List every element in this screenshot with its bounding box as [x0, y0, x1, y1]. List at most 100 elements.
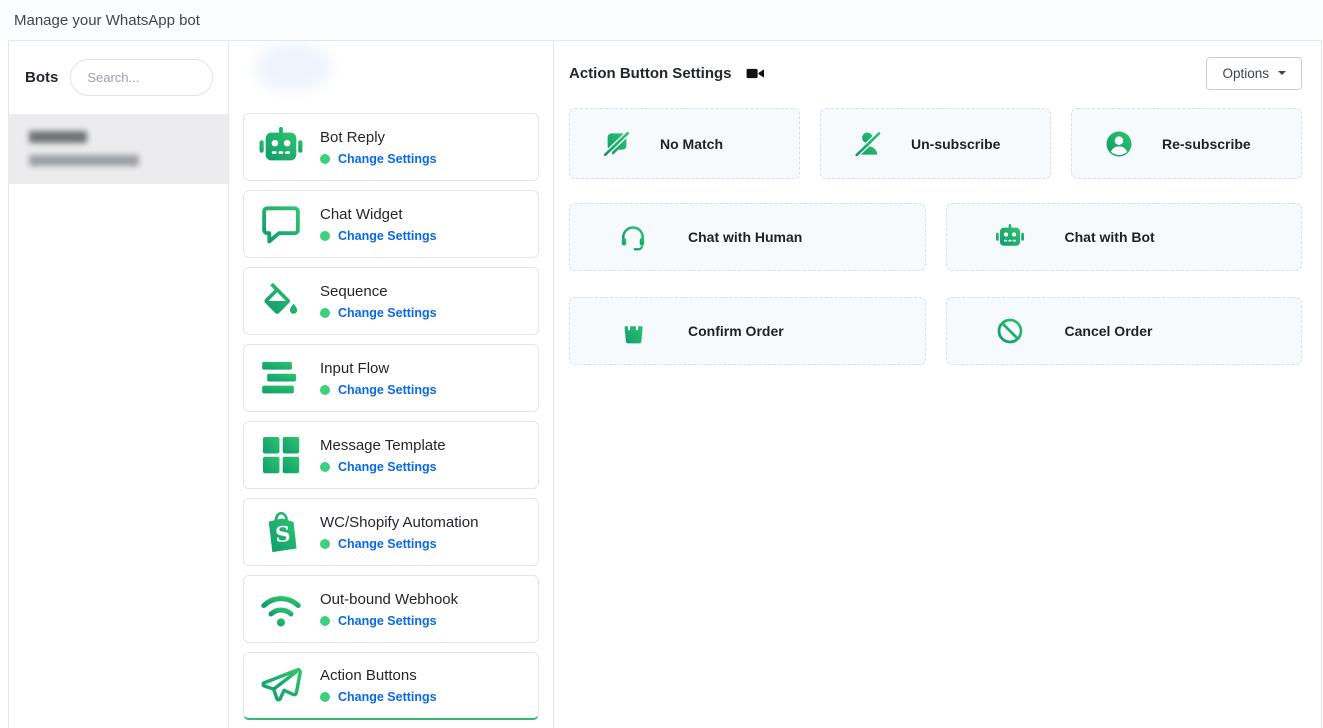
robot-icon: [995, 222, 1025, 252]
feature-title: Message Template: [320, 437, 446, 454]
panel-title: Action Button Settings: [569, 65, 731, 82]
status-dot: [320, 308, 330, 318]
change-settings-link[interactable]: Change Settings: [338, 460, 437, 474]
tile-no-match[interactable]: No Match: [569, 108, 800, 179]
bots-sidebar: Bots: [9, 41, 229, 728]
feature-title: Sequence: [320, 283, 437, 300]
paper-plane-icon: [258, 663, 304, 709]
feature-meta: Message Template Change Settings: [320, 437, 446, 474]
video-camera-icon[interactable]: [745, 65, 766, 82]
bars-icon: [258, 355, 304, 401]
feature-meta: Input Flow Change Settings: [320, 360, 437, 397]
status-dot: [320, 154, 330, 164]
feature-title: Chat Widget: [320, 206, 437, 223]
status-dot: [320, 231, 330, 241]
options-label: Options: [1222, 66, 1269, 81]
robot-icon: [258, 124, 304, 170]
tile-label: Confirm Order: [688, 323, 784, 339]
feature-card-sequence: Sequence Change Settings: [243, 267, 539, 335]
action-button-settings-panel: Action Button Settings Options: [554, 41, 1321, 728]
redacted-bot-phone: [29, 155, 139, 166]
tile-label: Chat with Human: [688, 229, 802, 245]
feature-meta: WC/Shopify Automation Change Settings: [320, 514, 478, 551]
bot-search-input[interactable]: [70, 59, 213, 96]
blurred-avatar-blob: [255, 43, 331, 91]
status-dot: [320, 462, 330, 472]
tile-unsubscribe[interactable]: Un-subscribe: [820, 108, 1051, 179]
shopping-bag-icon: [618, 316, 648, 346]
feature-card-input-flow: Input Flow Change Settings: [243, 344, 539, 412]
top-bar: Manage your WhatsApp bot: [0, 0, 1323, 40]
feature-title: Out-bound Webhook: [320, 591, 458, 608]
feature-title: Bot Reply: [320, 129, 437, 146]
status-dot: [320, 385, 330, 395]
tile-label: No Match: [660, 136, 723, 152]
status-dot: [320, 539, 330, 549]
feature-action-row: Change Settings: [320, 383, 437, 397]
wifi-icon: [258, 586, 304, 632]
feature-action-row: Change Settings: [320, 306, 437, 320]
person-circle-icon: [1104, 129, 1134, 159]
change-settings-link[interactable]: Change Settings: [338, 690, 437, 704]
feature-title: Input Flow: [320, 360, 437, 377]
feature-title: Action Buttons: [320, 667, 437, 684]
tile-label: Re-subscribe: [1162, 136, 1251, 152]
tile-confirm-order[interactable]: Confirm Order: [569, 297, 926, 365]
chat-slash-icon: [602, 129, 632, 159]
feature-card-chat-widget: Chat Widget Change Settings: [243, 190, 539, 258]
change-settings-link[interactable]: Change Settings: [338, 537, 437, 551]
bot-list-item-selected[interactable]: [9, 115, 228, 184]
feature-meta: Action Buttons Change Settings: [320, 667, 437, 704]
tile-label: Un-subscribe: [911, 136, 1000, 152]
headset-icon: [618, 222, 648, 252]
feature-action-row: Change Settings: [320, 152, 437, 166]
status-dot: [320, 616, 330, 626]
feature-meta: Out-bound Webhook Change Settings: [320, 591, 458, 628]
features-column: Bot Reply Change Settings Chat Widget Ch…: [229, 41, 554, 728]
feature-card-bot-reply: Bot Reply Change Settings: [243, 113, 539, 181]
feature-meta: Sequence Change Settings: [320, 283, 437, 320]
tile-label: Chat with Bot: [1065, 229, 1155, 245]
tile-row-3: Confirm Order Cancel Order: [569, 297, 1302, 365]
change-settings-link[interactable]: Change Settings: [338, 614, 437, 628]
page-title: Manage your WhatsApp bot: [14, 12, 200, 29]
chat-bubble-icon: [258, 201, 304, 247]
tile-chat-with-human[interactable]: Chat with Human: [569, 203, 926, 271]
chevron-down-icon: [1278, 71, 1286, 75]
sidebar-header: Bots: [9, 41, 228, 115]
tile-label: Cancel Order: [1065, 323, 1153, 339]
panel-header: Action Button Settings Options: [569, 57, 1302, 89]
change-settings-link[interactable]: Change Settings: [338, 152, 437, 166]
feature-card-shopify: S WC/Shopify Automation Change Settings: [243, 498, 539, 566]
bots-heading: Bots: [25, 69, 58, 86]
paint-fill-icon: [258, 278, 304, 324]
tile-chat-with-bot[interactable]: Chat with Bot: [946, 203, 1303, 271]
change-settings-link[interactable]: Change Settings: [338, 306, 437, 320]
tile-cancel-order[interactable]: Cancel Order: [946, 297, 1303, 365]
feature-meta: Bot Reply Change Settings: [320, 129, 437, 166]
feature-action-row: Change Settings: [320, 229, 437, 243]
redacted-bot-name: [29, 131, 87, 143]
tile-row-2: Chat with Human Chat with Bot: [569, 203, 1302, 271]
feature-card-action-buttons: Action Buttons Change Settings: [243, 652, 539, 720]
change-settings-link[interactable]: Change Settings: [338, 229, 437, 243]
tile-row-1: No Match Un-subscribe: [569, 108, 1302, 179]
change-settings-link[interactable]: Change Settings: [338, 383, 437, 397]
shopify-icon: S: [258, 509, 304, 555]
options-button[interactable]: Options: [1206, 57, 1302, 90]
tile-resubscribe[interactable]: Re-subscribe: [1071, 108, 1302, 179]
person-slash-icon: [853, 129, 883, 159]
feature-action-row: Change Settings: [320, 614, 458, 628]
feature-meta: Chat Widget Change Settings: [320, 206, 437, 243]
main-frame: Bots: [8, 40, 1322, 728]
feature-card-webhook: Out-bound Webhook Change Settings: [243, 575, 539, 643]
feature-title: WC/Shopify Automation: [320, 514, 478, 531]
status-dot: [320, 692, 330, 702]
feature-card-message-template: Message Template Change Settings: [243, 421, 539, 489]
feature-action-row: Change Settings: [320, 690, 437, 704]
ban-icon: [995, 316, 1025, 346]
feature-action-row: Change Settings: [320, 460, 446, 474]
feature-action-row: Change Settings: [320, 537, 478, 551]
svg-text:S: S: [274, 521, 291, 547]
grid-icon: [258, 432, 304, 478]
